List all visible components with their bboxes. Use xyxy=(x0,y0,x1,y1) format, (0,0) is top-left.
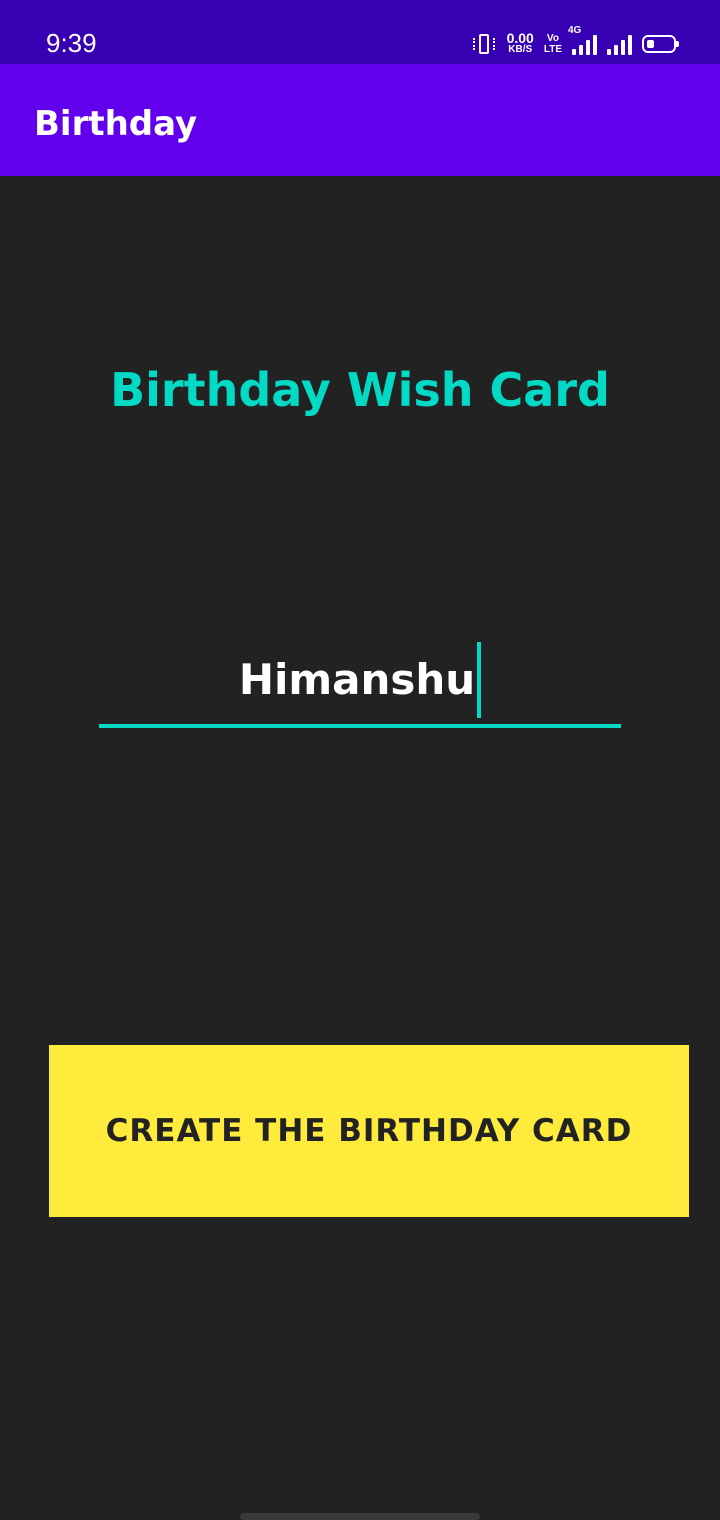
text-cursor xyxy=(477,642,482,718)
create-card-button[interactable]: CREATE THE BIRTHDAY CARD xyxy=(49,1045,689,1217)
network-type-label: 4G xyxy=(568,25,582,36)
volte-top-label: Vo xyxy=(546,33,559,44)
network-speed-unit: KB/S xyxy=(508,44,533,55)
name-input-value[interactable]: Himanshu xyxy=(239,650,475,710)
signal-icon xyxy=(607,33,632,55)
name-input[interactable]: Himanshu xyxy=(99,636,621,728)
home-indicator[interactable] xyxy=(240,1513,480,1520)
vibrate-icon xyxy=(471,31,497,57)
network-speed-indicator: 0.00 KB/S xyxy=(506,30,534,56)
signal-4g-icon: 4G xyxy=(568,25,597,55)
status-icons: 0.00 KB/S Vo LTE 4G xyxy=(471,25,679,58)
battery-icon xyxy=(642,35,679,53)
app-title: Birthday xyxy=(34,104,198,144)
status-time: 9:39 xyxy=(46,28,97,58)
status-bar: 9:39 0.00 KB/S Vo LTE 4G xyxy=(0,0,720,64)
volte-bottom-label: LTE xyxy=(543,44,562,55)
volte-icon: Vo LTE xyxy=(544,33,562,55)
page-heading: Birthday Wish Card xyxy=(110,363,610,417)
network-speed-value: 0.00 xyxy=(506,30,534,46)
